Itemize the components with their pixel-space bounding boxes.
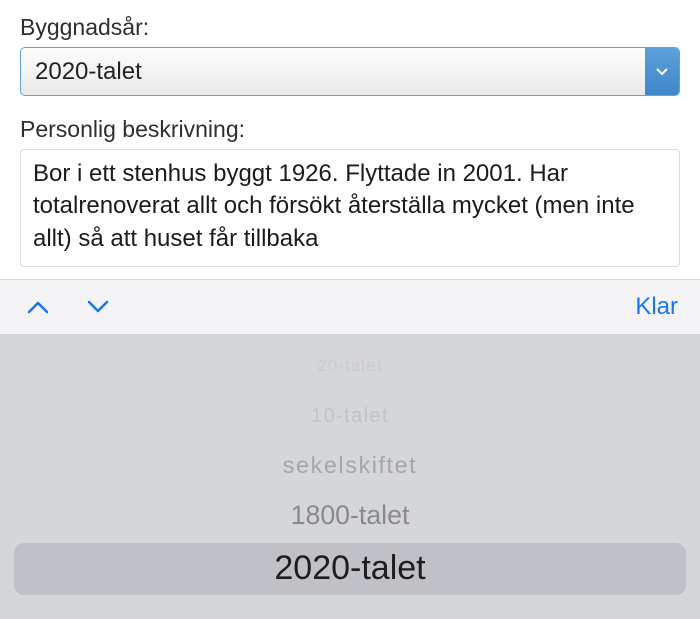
- description-label: Personlig beskrivning:: [20, 116, 680, 143]
- picker-option[interactable]: 10-talet: [116, 405, 585, 428]
- keyboard-accessory-bar: Klar: [0, 279, 700, 334]
- picker-option[interactable]: 20-talet: [154, 356, 546, 375]
- chevron-down-icon: [87, 300, 109, 314]
- year-label: Byggnadsår:: [20, 14, 680, 41]
- description-textarea[interactable]: Bor i ett stenhus byggt 1926. Flyttade i…: [20, 149, 680, 267]
- year-select[interactable]: 2020-talet: [20, 47, 680, 96]
- picker-option[interactable]: 1800-talet: [39, 501, 662, 531]
- description-text: Bor i ett stenhus byggt 1926. Flyttade i…: [33, 160, 635, 252]
- picker-option-selected[interactable]: 2020-talet: [0, 549, 700, 588]
- done-button[interactable]: Klar: [633, 289, 680, 325]
- picker-option[interactable]: sekelskiftet: [77, 453, 623, 480]
- chevron-up-icon: [27, 300, 49, 314]
- dropdown-arrow-icon: [645, 48, 679, 95]
- next-field-button[interactable]: [80, 287, 116, 327]
- year-select-value: 2020-talet: [35, 58, 142, 86]
- prev-field-button[interactable]: [20, 287, 56, 327]
- picker-wheel[interactable]: 20-talet 10-talet sekelskiftet 1800-talet 20…: [0, 334, 700, 619]
